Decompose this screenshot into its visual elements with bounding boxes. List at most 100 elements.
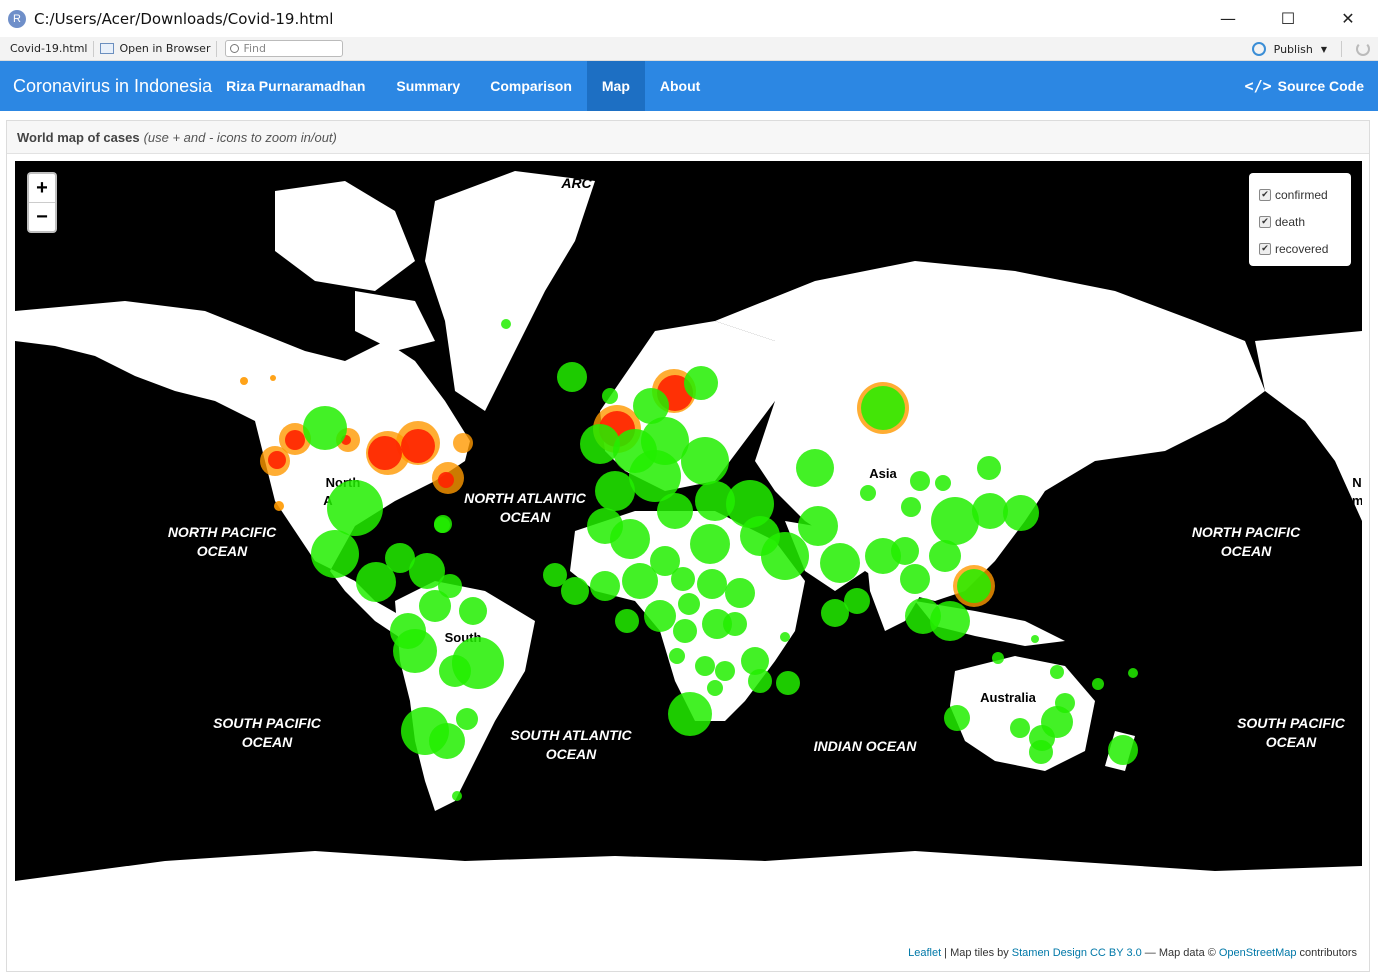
label-arctic: ARCTIC OCEAN <box>560 175 669 191</box>
map-attribution: Leaflet | Map tiles by Stamen Design CC … <box>903 945 1362 961</box>
marker-recovered <box>992 652 1004 664</box>
nav-tab-summary[interactable]: Summary <box>381 61 475 111</box>
marker-recovered <box>798 506 838 546</box>
marker-recovered <box>957 569 991 603</box>
label-north-pacific-e-1: NORTH PACIFIC <box>1192 524 1301 540</box>
publish-icon <box>1251 42 1266 56</box>
navbar-brand[interactable]: Coronavirus in Indonesia <box>13 76 212 97</box>
marker-recovered <box>1050 665 1064 679</box>
marker-recovered <box>419 590 451 622</box>
layer-toggle-recovered[interactable]: ✔ recovered <box>1259 235 1341 262</box>
marker-recovered <box>327 480 383 536</box>
label-indian: INDIAN OCEAN <box>814 738 918 754</box>
checkbox-icon[interactable]: ✔ <box>1259 242 1271 255</box>
marker-recovered <box>615 609 639 633</box>
zoom-in-button[interactable]: + <box>29 174 55 203</box>
marker-recovered <box>1092 678 1104 690</box>
marker-recovered <box>561 577 589 605</box>
marker-recovered <box>748 669 772 693</box>
label-north-atlantic-2: OCEAN <box>500 509 551 525</box>
viewer-toolbar: Covid-19.html Open in Browser Find Publi… <box>0 37 1378 61</box>
nav-tab-map[interactable]: Map <box>586 61 645 111</box>
marker-confirmed <box>270 375 276 381</box>
marker-recovered <box>303 406 347 450</box>
label-south-pacific-e-2: OCEAN <box>1266 734 1317 750</box>
marker-recovered <box>657 493 693 529</box>
refresh-icon[interactable] <box>1356 42 1370 56</box>
marker-recovered <box>1031 635 1039 643</box>
nav-tab-about[interactable]: About <box>645 61 715 111</box>
minimize-button[interactable]: — <box>1198 0 1258 37</box>
browser-window-icon <box>100 43 115 54</box>
marker-recovered <box>776 671 800 695</box>
layer-toggle-death[interactable]: ✔ death <box>1259 208 1341 235</box>
nav-tab-comparison[interactable]: Comparison <box>475 61 587 111</box>
marker-recovered <box>673 619 697 643</box>
toolbar-divider <box>216 40 218 57</box>
marker-death <box>285 430 305 450</box>
label-south-pacific-w-2: OCEAN <box>242 734 293 750</box>
chevron-down-icon[interactable]: ▼ <box>1321 45 1327 54</box>
marker-recovered <box>931 497 979 545</box>
marker-recovered <box>434 517 450 533</box>
cc-link[interactable]: CC BY 3.0 <box>1090 947 1142 959</box>
checkbox-icon[interactable]: ✔ <box>1259 188 1271 201</box>
card-header: World map of cases (use + and - icons to… <box>7 121 1369 154</box>
maximize-button[interactable]: ☐ <box>1258 0 1318 37</box>
zoom-control: + − <box>27 172 57 233</box>
label-north-pacific-w-2: OCEAN <box>197 543 248 559</box>
marker-recovered <box>861 386 905 430</box>
osm-link[interactable]: OpenStreetMap <box>1219 947 1297 959</box>
code-icon: </> <box>1244 77 1272 95</box>
marker-recovered <box>678 593 700 615</box>
marker-recovered <box>590 571 620 601</box>
layer-label: recovered <box>1275 241 1329 256</box>
marker-death <box>438 472 454 488</box>
source-code-link[interactable]: </> Source Code <box>1245 61 1364 111</box>
open-in-browser-label: Open in Browser <box>119 42 211 55</box>
marker-recovered <box>900 564 930 594</box>
layer-toggle-confirmed[interactable]: ✔ confirmed <box>1259 181 1341 208</box>
dashboard-navbar: Coronavirus in Indonesia Riza Purnaramad… <box>0 61 1378 111</box>
leaflet-link[interactable]: Leaflet <box>908 947 941 959</box>
marker-recovered <box>910 471 930 491</box>
marker-recovered <box>930 601 970 641</box>
marker-recovered <box>644 600 676 632</box>
label-edge-n: N <box>1352 475 1361 490</box>
card-hint-text: (use + and - icons to zoom in/out) <box>143 129 337 145</box>
attribution-text: contributors <box>1299 947 1357 959</box>
checkbox-icon[interactable]: ✔ <box>1259 215 1271 228</box>
label-asia: Asia <box>869 466 897 481</box>
marker-recovered <box>860 485 876 501</box>
marker-recovered <box>723 612 747 636</box>
rstudio-icon: R <box>8 9 26 28</box>
label-south-pacific-w-1: SOUTH PACIFIC <box>213 715 322 731</box>
marker-recovered <box>393 629 437 673</box>
stamen-link[interactable]: Stamen Design <box>1012 947 1087 959</box>
search-icon <box>230 44 240 53</box>
marker-confirmed <box>274 501 284 511</box>
label-south-pacific-e-1: SOUTH PACIFIC <box>1237 715 1346 731</box>
world-map[interactable]: ARCTIC OCEAN NORTH ATLANTIC OCEAN NORTH … <box>15 161 1362 961</box>
label-southern: SOUTHERN OCEAN <box>500 867 634 883</box>
marker-recovered <box>690 524 730 564</box>
close-button[interactable]: ✕ <box>1318 0 1378 37</box>
attribution-text: | Map tiles by <box>944 947 1009 959</box>
open-in-browser-button[interactable]: Open in Browser <box>100 42 210 55</box>
find-placeholder: Find <box>243 42 267 55</box>
marker-recovered <box>935 475 951 491</box>
marker-recovered <box>1055 693 1075 713</box>
toolbar-right: Publish ▼ <box>1251 37 1370 61</box>
label-north-pacific-e-2: OCEAN <box>1221 543 1272 559</box>
marker-recovered <box>1108 735 1138 765</box>
layer-label: death <box>1275 214 1306 229</box>
navbar-author: Riza Purnaramadhan <box>226 78 366 94</box>
marker-recovered <box>595 471 635 511</box>
label-australia: Australia <box>980 690 1036 705</box>
zoom-out-button[interactable]: − <box>29 203 55 232</box>
marker-recovered <box>1128 668 1138 678</box>
find-input[interactable]: Find <box>225 40 344 57</box>
publish-button[interactable]: Publish <box>1274 43 1313 56</box>
marker-recovered <box>501 319 511 329</box>
marker-confirmed <box>453 433 473 453</box>
